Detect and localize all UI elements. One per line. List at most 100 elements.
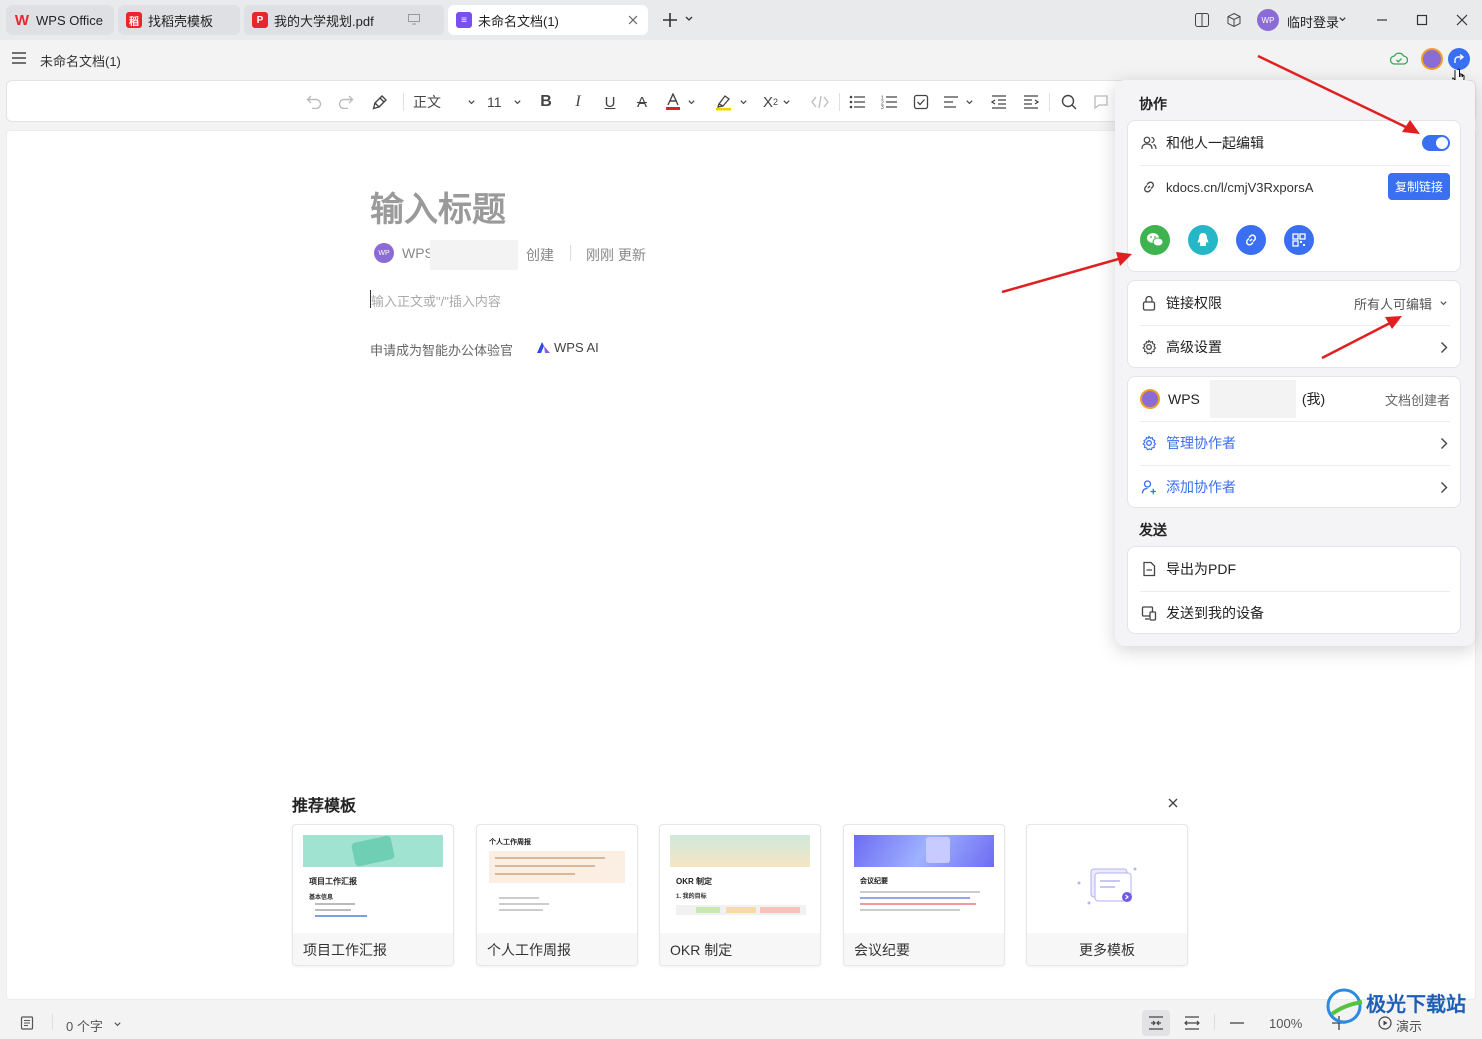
qq-icon xyxy=(1197,233,1209,246)
checklist-icon[interactable] xyxy=(911,91,931,113)
tab-template[interactable]: 稻 找稻壳模板 xyxy=(118,5,240,35)
body-placeholder[interactable]: 输入正文或"/"插入内容 xyxy=(371,291,501,310)
highlight-icon[interactable] xyxy=(715,91,751,113)
link-permission-label: 链接权限 xyxy=(1166,295,1222,311)
close-templates-icon[interactable] xyxy=(1166,796,1180,810)
owner-me-label: (我) xyxy=(1301,391,1326,407)
indent-icon[interactable] xyxy=(1021,91,1041,113)
template-card-project-report[interactable]: 项目工作汇报 基本信息 项目工作汇报 xyxy=(292,824,454,966)
template-card-weekly-report[interactable]: 个人工作周报 个人工作周报 xyxy=(476,824,638,966)
link-permission-row[interactable]: 链接权限 所有人可编辑 xyxy=(1140,281,1450,325)
send-device-label: 发送到我的设备 xyxy=(1166,605,1264,621)
search-icon[interactable] xyxy=(1059,91,1079,113)
ai-prompt-text[interactable]: 申请成为智能办公体验官 xyxy=(370,340,513,359)
send-section-title: 发送 xyxy=(1139,522,1167,538)
tab-pdf[interactable]: P 我的大学规划.pdf xyxy=(244,5,444,35)
full-width-icon[interactable] xyxy=(1184,1016,1200,1030)
meta-divider xyxy=(570,245,571,261)
title-placeholder[interactable]: 输入标题 xyxy=(370,182,506,231)
bold-icon[interactable]: B xyxy=(537,91,555,113)
add-collaborator-row[interactable]: 添加协作者 xyxy=(1140,465,1450,509)
italic-icon[interactable]: I xyxy=(569,91,587,113)
outdent-icon[interactable] xyxy=(989,91,1009,113)
qq-share-button[interactable] xyxy=(1188,225,1218,255)
chevron-right-icon xyxy=(1441,438,1448,449)
redacted-block xyxy=(1209,380,1296,418)
add-user-icon xyxy=(1140,478,1158,496)
share-link-row: kdocs.cn/l/cmjV3RxporsA 复制链接 xyxy=(1140,165,1450,209)
zoom-out-icon[interactable] xyxy=(1230,1022,1244,1024)
undo-icon[interactable] xyxy=(303,91,325,113)
link-share-icon xyxy=(1245,234,1257,246)
wps-ai-link[interactable]: WPS AI xyxy=(554,340,599,355)
menu-icon[interactable] xyxy=(12,52,26,64)
word-count[interactable]: 0 个字 xyxy=(66,1016,103,1035)
font-size-value: 11 xyxy=(487,94,502,110)
owner-name: WPS xyxy=(1168,391,1200,407)
link-permission-value[interactable]: 所有人可编辑 xyxy=(1354,294,1432,313)
word-count-dropdown-icon[interactable] xyxy=(113,1020,122,1029)
comment-icon[interactable] xyxy=(1091,91,1111,113)
numbered-list-icon[interactable]: 123 xyxy=(879,91,899,113)
login-label[interactable]: 临时登录 xyxy=(1287,12,1339,31)
edit-together-toggle[interactable] xyxy=(1422,135,1450,151)
tab-current-doc[interactable]: ≡ 未命名文档(1) xyxy=(448,5,648,35)
collaborators-group: WPS (我) 文档创建者 管理协作者 添加协作者 xyxy=(1127,376,1461,508)
link-share-button[interactable] xyxy=(1236,225,1266,255)
close-window-icon[interactable] xyxy=(1452,10,1472,30)
paragraph-style-select[interactable]: 正文 xyxy=(413,91,477,113)
export-pdf-label: 导出为PDF xyxy=(1166,561,1236,577)
maximize-icon[interactable] xyxy=(1412,10,1432,30)
template-label: 更多模板 xyxy=(1027,933,1187,965)
user-avatar[interactable]: WP xyxy=(1257,9,1279,31)
status-divider xyxy=(52,1014,53,1030)
align-icon[interactable] xyxy=(943,91,979,113)
send-device-row[interactable]: 发送到我的设备 xyxy=(1140,591,1450,635)
share-link-text[interactable]: kdocs.cn/l/cmjV3RxporsA xyxy=(1166,180,1313,195)
superscript-icon[interactable]: X2 xyxy=(763,91,799,113)
cube-icon[interactable] xyxy=(1224,10,1244,30)
share-button[interactable] xyxy=(1448,48,1470,70)
copy-link-button[interactable]: 复制链接 xyxy=(1387,173,1450,200)
minimize-icon[interactable] xyxy=(1372,10,1392,30)
template-card-more[interactable]: 更多模板 xyxy=(1026,824,1188,966)
template-card-meeting-notes[interactable]: 会议纪要 会议纪要 xyxy=(843,824,1005,966)
underline-icon[interactable]: U xyxy=(601,91,619,113)
document-name[interactable]: 未命名文档(1) xyxy=(40,51,121,70)
zoom-level[interactable]: 100% xyxy=(1269,1016,1302,1031)
close-tab-icon[interactable] xyxy=(626,13,640,27)
present-button[interactable]: 演示 xyxy=(1396,1016,1422,1035)
tab-label: 找稻壳模板 xyxy=(148,13,214,29)
toolbar-divider xyxy=(403,93,404,111)
templates-title: 推荐模板 xyxy=(292,798,357,815)
code-icon[interactable] xyxy=(809,91,831,113)
manage-collaborators-row[interactable]: 管理协作者 xyxy=(1140,421,1450,465)
strikethrough-icon[interactable]: A xyxy=(633,91,651,113)
template-thumbnail: OKR 制定 1. 我的目标 xyxy=(670,835,810,933)
tab-dropdown-icon[interactable] xyxy=(684,14,694,24)
play-icon[interactable] xyxy=(1378,1016,1392,1030)
format-painter-icon[interactable] xyxy=(369,91,391,113)
qrcode-share-button[interactable] xyxy=(1284,225,1314,255)
tab-wps-office[interactable]: W WPS Office xyxy=(6,5,114,35)
chevron-right-icon xyxy=(1441,482,1448,493)
redo-icon[interactable] xyxy=(335,91,357,113)
outline-icon[interactable] xyxy=(20,1016,34,1030)
template-card-okr[interactable]: OKR 制定 1. 我的目标 OKR 制定 xyxy=(659,824,821,966)
font-color-icon[interactable] xyxy=(665,91,699,113)
wechat-share-button[interactable] xyxy=(1140,225,1170,255)
cloud-sync-icon[interactable] xyxy=(1390,51,1408,67)
new-tab-button[interactable] xyxy=(660,10,680,30)
font-size-select[interactable]: 11 xyxy=(487,91,527,113)
advanced-settings-row[interactable]: 高级设置 xyxy=(1140,325,1450,369)
fit-width-icon[interactable] xyxy=(1142,1010,1170,1036)
qrcode-icon xyxy=(1292,233,1306,247)
template-thumbnail: 会议纪要 xyxy=(854,835,994,933)
more-templates-icon xyxy=(1075,863,1141,907)
bullet-list-icon[interactable] xyxy=(847,91,867,113)
export-pdf-row[interactable]: 导出为PDF xyxy=(1140,547,1450,591)
layout-icon[interactable] xyxy=(1192,10,1212,30)
collaborator-avatar[interactable] xyxy=(1421,48,1443,70)
created-label: 创建 xyxy=(526,247,554,263)
login-dropdown-icon[interactable] xyxy=(1338,15,1347,24)
